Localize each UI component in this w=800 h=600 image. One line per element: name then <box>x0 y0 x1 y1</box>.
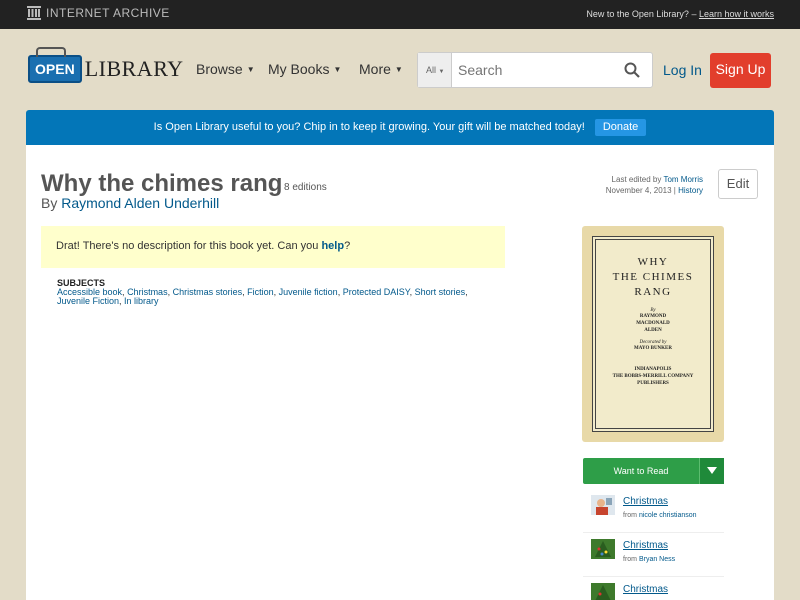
want-to-read-button[interactable]: Want to Read <box>583 458 724 484</box>
subject-link[interactable]: Juvenile fiction <box>279 287 338 297</box>
search-icon[interactable] <box>624 62 640 78</box>
subject-link[interactable]: Protected DAISY <box>343 287 410 297</box>
nav-more[interactable]: More ▼ <box>359 61 403 77</box>
nav-my-books[interactable]: My Books ▼ <box>268 61 341 77</box>
cover-title-line: THE CHIMES <box>612 271 694 283</box>
donate-button[interactable]: Donate <box>594 119 647 136</box>
list-thumbnail[interactable] <box>591 583 615 600</box>
byline: By Raymond Alden Underhill <box>41 195 219 211</box>
learn-how-link[interactable]: Learn how it works <box>699 9 774 19</box>
search-box: All ▼ <box>417 52 653 88</box>
subject-link[interactable]: Short stories <box>415 287 466 297</box>
last-edited-prefix: Last edited by <box>611 175 662 184</box>
donate-message: Is Open Library useful to you? Chip in t… <box>153 121 585 133</box>
subjects-section: SUBJECTS Accessible book, Christmas, Chr… <box>57 279 497 306</box>
want-to-read-label: Want to Read <box>613 466 669 476</box>
caret-down-icon: ▼ <box>333 64 342 74</box>
caret-down-icon: ▼ <box>438 69 445 75</box>
subject-link[interactable]: Christmas stories <box>173 287 243 297</box>
reading-dropdown-toggle[interactable] <box>699 458 724 484</box>
edit-button[interactable]: Edit <box>718 169 758 199</box>
list-owner-link[interactable]: nicole christianson <box>639 512 697 519</box>
lists-section: Christmas from nicole christianson Chris… <box>583 489 724 600</box>
cover-author-line: MACDONALD <box>636 321 670 326</box>
list-item: Christmas <box>583 577 724 600</box>
caret-down-icon: ▼ <box>246 64 255 74</box>
cover-title-line: WHY <box>637 256 669 268</box>
search-input[interactable] <box>458 55 618 85</box>
cover-city: INDIANAPOLIS <box>634 367 672 372</box>
list-item: Christmas from Bryan Ness <box>583 533 724 577</box>
cover-artist: MAYO BUNKER <box>633 346 672 351</box>
from-label: from <box>623 556 637 563</box>
new-user-text: New to the Open Library? <box>586 9 689 19</box>
book-page: Why the chimes rang 8 editions By Raymon… <box>26 145 774 600</box>
book-title: Why the chimes rang <box>41 170 283 197</box>
subject-link[interactable]: Juvenile Fiction <box>57 296 119 306</box>
nav-more-label: More <box>359 61 391 77</box>
no-description-notice: Drat! There's no description for this bo… <box>41 226 505 268</box>
logo-open-sign: OPEN <box>28 55 82 83</box>
cover-title-line: RANG <box>634 286 672 298</box>
search-scope-label: All <box>426 65 437 75</box>
donate-banner: Is Open Library useful to you? Chip in t… <box>26 110 774 145</box>
subject-link[interactable]: Fiction <box>247 287 274 297</box>
book-cover[interactable]: WHY THE CHIMES RANG By RAYMOND MACDONALD… <box>582 226 724 442</box>
list-thumbnail[interactable] <box>591 495 615 515</box>
last-edited-info: Last edited by Tom Morris November 4, 20… <box>605 175 703 195</box>
cover-publishers: PUBLISHERS <box>637 381 669 386</box>
author-link[interactable]: Raymond Alden Underhill <box>61 195 219 211</box>
list-thumbnail[interactable] <box>591 539 615 559</box>
subject-link[interactable]: In library <box>124 296 159 306</box>
caret-down-icon <box>707 467 717 474</box>
by-label: By <box>41 195 58 211</box>
list-name-link[interactable]: Christmas <box>623 584 668 595</box>
list-name-link[interactable]: Christmas <box>623 540 668 551</box>
new-user-notice: New to the Open Library? – Learn how it … <box>586 9 774 19</box>
last-edited-date: November 4, 2013 <box>605 186 672 195</box>
history-link[interactable]: History <box>678 186 703 195</box>
nav-my-books-label: My Books <box>268 61 330 77</box>
cover-image: WHY THE CHIMES RANG By RAYMOND MACDONALD… <box>592 236 714 432</box>
archive-building-icon <box>27 6 41 20</box>
no-description-text: Drat! There's no description for this bo… <box>56 240 319 252</box>
login-link[interactable]: Log In <box>663 62 702 78</box>
site-header: OPEN LIBRARY Browse ▼ My Books ▼ More ▼ All… <box>0 29 800 110</box>
caret-down-icon: ▼ <box>394 64 403 74</box>
signup-button[interactable]: Sign Up <box>710 53 771 88</box>
help-link[interactable]: help <box>321 240 344 252</box>
logo-library-text: LIBRARY <box>84 56 184 81</box>
nav-browse[interactable]: Browse ▼ <box>196 61 255 77</box>
list-item: Christmas from nicole christianson <box>583 489 724 533</box>
cover-publisher: THE BOBBS-MERRILL COMPANY <box>612 374 694 379</box>
search-scope-select[interactable]: All ▼ <box>418 53 452 87</box>
internet-archive-logo[interactable]: INTERNET ARCHIVE <box>27 6 170 20</box>
editions-count: 8 editions <box>284 182 327 193</box>
list-owner: from nicole christianson <box>623 512 697 519</box>
help-suffix: ? <box>344 240 351 252</box>
editor-link[interactable]: Tom Morris <box>663 175 703 184</box>
list-owner: from Bryan Ness <box>623 556 675 563</box>
cover-author-line: RAYMOND <box>639 314 667 319</box>
subjects-list: Accessible book, Christmas, Christmas st… <box>57 287 468 306</box>
internet-archive-bar: INTERNET ARCHIVE New to the Open Library… <box>0 0 800 29</box>
list-owner-link[interactable]: Bryan Ness <box>639 556 675 563</box>
from-label: from <box>623 512 637 519</box>
cover-author-line: ALDEN <box>644 328 662 333</box>
internet-archive-label: INTERNET ARCHIVE <box>46 6 170 20</box>
list-name-link[interactable]: Christmas <box>623 496 668 507</box>
nav-browse-label: Browse <box>196 61 243 77</box>
open-library-logo[interactable]: OPEN LIBRARY <box>28 51 184 83</box>
